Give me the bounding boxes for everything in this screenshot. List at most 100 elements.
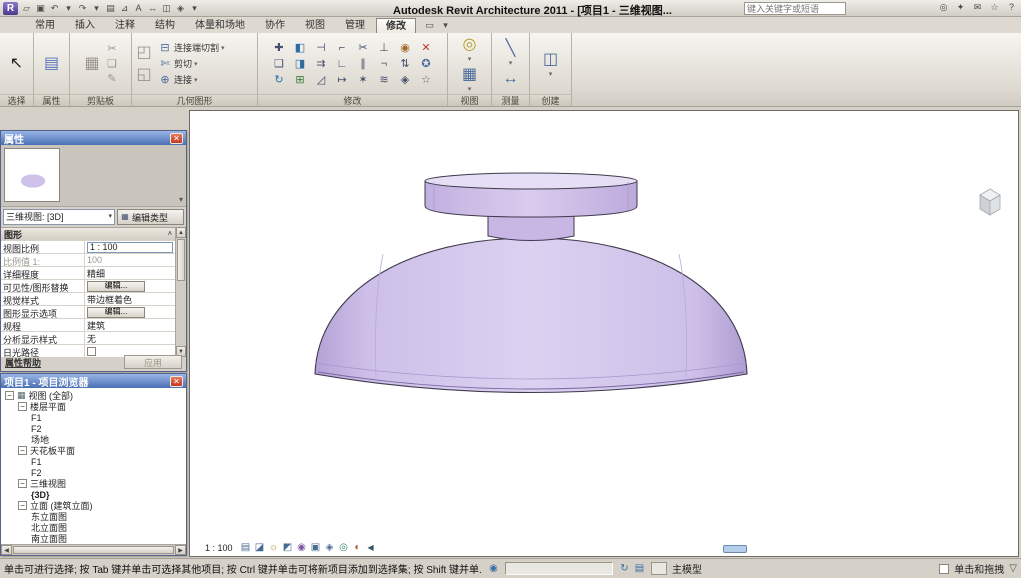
demolish-icon[interactable]: ✶ xyxy=(356,73,370,87)
graphics-section-row[interactable]: 图形 ˄ xyxy=(1,228,175,241)
qat-customize-icon[interactable]: ▾ xyxy=(188,2,201,15)
tree-item[interactable]: F1 xyxy=(1,456,186,467)
infocenter-search[interactable] xyxy=(744,2,846,15)
property-value[interactable]: 精细 xyxy=(85,267,175,279)
shadows-icon[interactable]: ◩ xyxy=(282,542,294,554)
tab-home[interactable]: 常用 xyxy=(26,18,64,33)
align-icon[interactable]: ⊣ xyxy=(314,41,328,55)
tree-expander-icon[interactable]: − xyxy=(18,402,27,411)
tree-item[interactable]: −三维视图 xyxy=(1,478,186,489)
unpin-icon[interactable]: ✫ xyxy=(419,73,433,87)
property-row[interactable]: 详细程度精细 xyxy=(1,267,175,280)
redo-caret-icon[interactable]: ▾ xyxy=(90,2,103,15)
close-icon[interactable]: ✕ xyxy=(170,376,183,387)
property-row[interactable]: 分析显示样式无 xyxy=(1,332,175,345)
save-icon[interactable]: ▣ xyxy=(34,2,47,15)
tab-manage[interactable]: 管理 xyxy=(336,18,374,33)
edit-button[interactable]: 编辑... xyxy=(87,307,145,318)
undo-icon[interactable]: ↶ xyxy=(48,2,61,15)
tree-item[interactable]: −立面 (建筑立面) xyxy=(1,500,186,511)
tree-item[interactable]: F2 xyxy=(1,423,186,434)
section-collapse-icon[interactable]: ˄ xyxy=(168,231,172,238)
ribbon-minimize-icon[interactable]: ▾ xyxy=(439,19,452,32)
join-geometry-button[interactable]: ⊕连接▾ xyxy=(157,72,255,87)
ribbon-state-icon[interactable]: ▭ xyxy=(423,19,436,32)
property-row[interactable]: 规程建筑 xyxy=(1,319,175,332)
cut-geometry-icon[interactable]: ✄ xyxy=(158,57,172,71)
temporary-hide-icon[interactable]: ◎ xyxy=(338,542,350,554)
paint-icon[interactable]: ◉ xyxy=(398,41,412,55)
redo-icon[interactable]: ↷ xyxy=(76,2,89,15)
edit-type-button[interactable]: ▦ 编辑类型 xyxy=(117,209,184,225)
scroll-right-icon[interactable]: ▶ xyxy=(175,545,186,555)
link-icon[interactable]: ⇅ xyxy=(398,57,412,71)
view-scale-button[interactable]: 1 : 100 xyxy=(202,542,236,554)
cut-icon[interactable]: ✂ xyxy=(105,42,119,56)
reveal-hidden-icon[interactable]: ◐ xyxy=(352,542,364,554)
section-icon[interactable]: ◫ xyxy=(160,2,173,15)
favorites-icon[interactable]: ☆ xyxy=(988,1,1001,14)
default-3d-icon[interactable]: ◈ xyxy=(174,2,187,15)
override-graphics-icon[interactable]: ▦ xyxy=(460,65,480,85)
wall-joins-icon[interactable]: ⊥ xyxy=(377,41,391,55)
activate-icon[interactable]: ◈ xyxy=(398,73,412,87)
rotate-icon[interactable]: ↻ xyxy=(272,73,286,87)
tree-expander-icon[interactable]: − xyxy=(18,479,27,488)
cut-geometry-button[interactable]: ✄剪切▾ xyxy=(157,56,255,71)
tree-item[interactable]: −楼层平面 xyxy=(1,401,186,412)
edit-button[interactable]: 编辑... xyxy=(87,281,145,292)
lamp-3d-model[interactable] xyxy=(190,111,1018,556)
search-icon[interactable]: ◎ xyxy=(937,1,950,14)
tab-insert[interactable]: 插入 xyxy=(66,18,104,33)
tree-item[interactable]: 场地 xyxy=(1,434,186,445)
filter-icon[interactable]: ▽ xyxy=(1009,563,1017,574)
hide-elements-icon[interactable]: ◎ xyxy=(460,35,480,55)
copy-to-clipboard-icon[interactable]: ❏ xyxy=(105,57,119,71)
tree-expander-icon[interactable]: − xyxy=(18,446,27,455)
mirror-draw-axis-icon[interactable]: ◨ xyxy=(293,57,307,71)
canvas-hscroll-thumb[interactable] xyxy=(723,545,747,553)
modify-cursor-icon[interactable]: ↖ xyxy=(7,54,27,74)
mirror-pick-axis-icon[interactable]: ◧ xyxy=(293,41,307,55)
measure-icon[interactable]: ⊿ xyxy=(118,2,131,15)
aligned-dimension-icon[interactable]: ↔ xyxy=(501,69,521,89)
tree-item[interactable]: F2 xyxy=(1,467,186,478)
tree-expander-icon[interactable]: − xyxy=(18,501,27,510)
create-similar-icon[interactable]: ◫ xyxy=(541,50,561,70)
detail-level-icon[interactable]: ▤ xyxy=(240,542,252,554)
delete-icon[interactable]: ✕ xyxy=(419,41,433,55)
scale-icon[interactable]: ◿ xyxy=(314,73,328,87)
search-input[interactable] xyxy=(744,2,846,15)
tab-structure[interactable]: 结构 xyxy=(146,18,184,33)
property-row[interactable]: 视图比例1 : 100 xyxy=(1,241,175,254)
show-crop-icon[interactable]: ◈ xyxy=(324,542,336,554)
revit-logo[interactable]: R xyxy=(3,2,18,15)
tree-item[interactable]: {3D} xyxy=(1,489,186,500)
paste-icon[interactable]: ▦ xyxy=(82,54,102,74)
print-icon[interactable]: ▤ xyxy=(104,2,117,15)
trim-single-icon[interactable]: ∟ xyxy=(335,57,349,71)
join-geometry-icon[interactable]: ⊕ xyxy=(158,73,172,87)
extend-icon[interactable]: ↦ xyxy=(335,73,349,87)
cope-icon[interactable]: ¬ xyxy=(377,57,391,71)
crop-view-icon[interactable]: ▣ xyxy=(310,542,322,554)
properties-icon[interactable]: ▤ xyxy=(42,54,62,74)
communication-center-icon[interactable]: ✉ xyxy=(971,1,984,14)
properties-scrollbar[interactable]: ▲ ▼ xyxy=(175,227,186,357)
property-row[interactable]: 图形显示选项编辑... xyxy=(1,306,175,319)
scroll-left-icon[interactable]: ◀ xyxy=(1,545,12,555)
split-gap-icon[interactable]: ∥ xyxy=(356,57,370,71)
press-drag-checkbox[interactable] xyxy=(939,564,949,574)
measure-tool-icon[interactable]: ╲ xyxy=(501,39,521,59)
tree-item[interactable]: 东立面图 xyxy=(1,511,186,522)
editable-only-icon[interactable]: ▤ xyxy=(633,562,646,575)
viewcube-icon[interactable] xyxy=(980,189,1000,215)
match-type-icon[interactable]: ✎ xyxy=(105,72,119,86)
joint-end-cut-icon[interactable]: ⊟ xyxy=(158,41,172,55)
browser-hscrollbar[interactable]: ◀ ▶ xyxy=(1,544,186,555)
subscription-center-icon[interactable]: ✦ xyxy=(954,1,967,14)
pin-icon[interactable]: ✪ xyxy=(419,57,433,71)
paint-face-icon[interactable]: ◱ xyxy=(134,65,154,85)
properties-header[interactable]: 属性 ✕ xyxy=(1,131,186,145)
property-value[interactable]: 带边框着色 xyxy=(85,293,175,305)
